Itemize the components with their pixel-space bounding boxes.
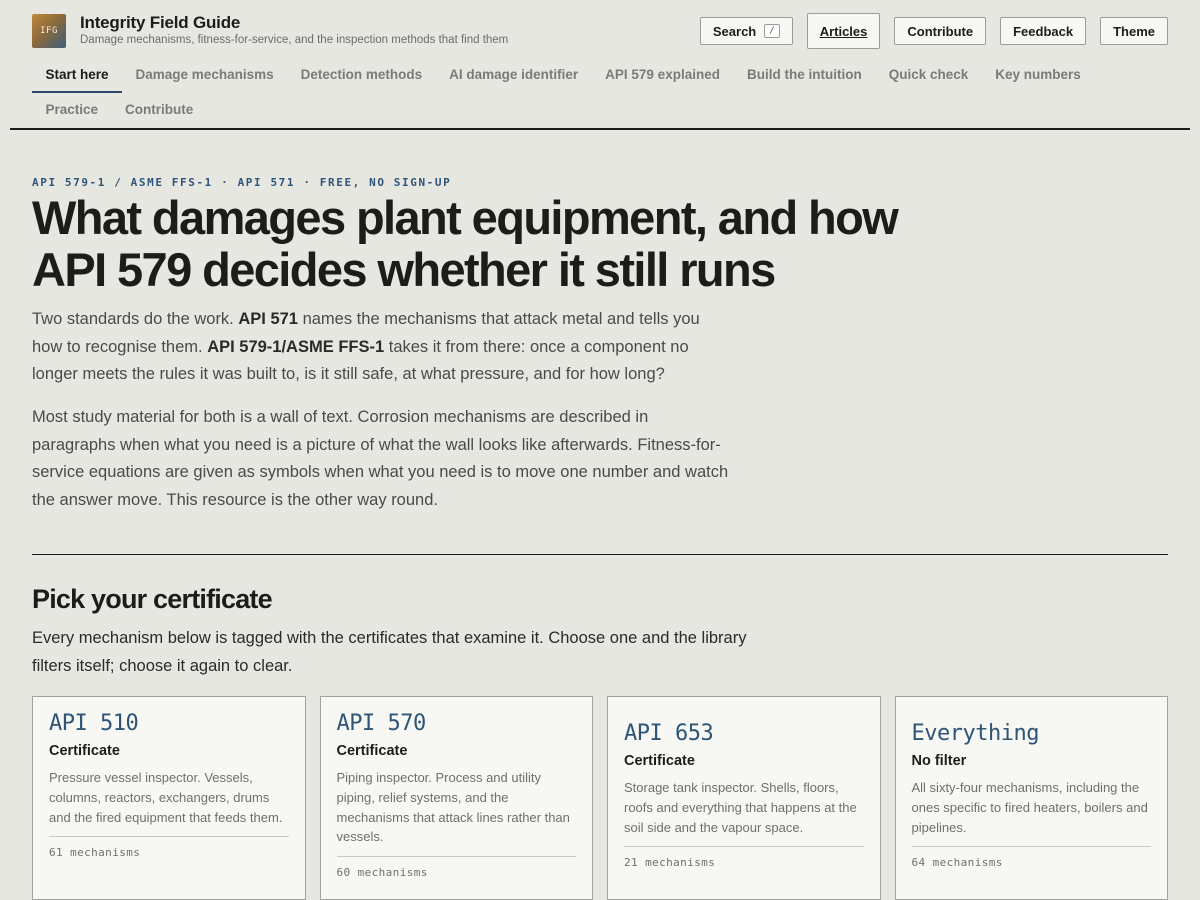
- search-button-label: Search: [712, 23, 757, 39]
- nav-api-579-explained[interactable]: API 579 explained: [592, 58, 734, 93]
- card-subtitle: No filter: [911, 753, 967, 769]
- feedback-button[interactable]: Feedback: [1000, 17, 1087, 45]
- card-description: Storage tank inspector. Shells, floors, …: [624, 780, 857, 835]
- hero-eyebrow: API 579-1 / ASME FFS-1 · API 571 · FREE,…: [32, 176, 452, 189]
- card-code: API 653: [624, 721, 714, 746]
- nav-key-numbers[interactable]: Key numbers: [982, 58, 1095, 93]
- card-subtitle: Certificate: [49, 743, 120, 759]
- intro-bold-api579: API 579-1/ASME FFS-1: [207, 337, 385, 356]
- card-description: Piping inspector. Process and utility pi…: [336, 770, 570, 845]
- section-divider: [32, 554, 1168, 555]
- site-header: IFG Integrity Field Guide Damage mechani…: [0, 0, 1200, 130]
- card-code: API 510: [49, 711, 139, 736]
- certificate-card-everything[interactable]: Everything No filter All sixty-four mech…: [894, 696, 1168, 900]
- theme-button[interactable]: Theme: [1100, 17, 1168, 45]
- nav-row-1: Start here Damage mechanisms Detection m…: [32, 58, 1168, 93]
- certificate-card-api-570[interactable]: API 570 Certificate Piping inspector. Pr…: [319, 696, 593, 900]
- nav-row-2: Practice Contribute: [32, 93, 1168, 128]
- nav-start-here[interactable]: Start here: [32, 58, 123, 93]
- hero-title: What damages plant equipment, and how AP…: [32, 191, 899, 296]
- site-title[interactable]: Integrity Field Guide: [80, 13, 240, 33]
- card-subtitle: Certificate: [624, 753, 695, 769]
- certificate-section-intro: Every mechanism below is tagged with the…: [32, 629, 747, 675]
- card-subtitle: Certificate: [336, 743, 408, 759]
- card-mechanism-count: 21 mechanisms: [624, 846, 864, 869]
- card-description: Pressure vessel inspector. Vessels, colu…: [49, 770, 283, 825]
- nav-practice[interactable]: Practice: [32, 93, 112, 128]
- nav-ai-damage-identifier[interactable]: AI damage identifier: [436, 58, 592, 93]
- card-mechanism-count: 64 mechanisms: [911, 846, 1151, 869]
- nav-quick-check[interactable]: Quick check: [875, 58, 982, 93]
- site-logo[interactable]: IFG: [32, 14, 66, 48]
- hero-second-paragraph: Most study material for both is a wall o…: [32, 408, 729, 509]
- card-code: API 570: [336, 711, 427, 736]
- hero-intro-paragraph: Two standards do the work. API 571 names…: [32, 306, 732, 389]
- contribute-button[interactable]: Contribute: [894, 17, 987, 45]
- certificate-section-title: Pick your certificate: [32, 584, 273, 614]
- intro-text-1: Two standards do the work.: [32, 310, 239, 328]
- nav-build-the-intuition[interactable]: Build the intuition: [733, 58, 875, 93]
- card-mechanism-count: 60 mechanisms: [336, 856, 576, 879]
- main-nav: Start here Damage mechanisms Detection m…: [32, 58, 1168, 128]
- nav-detection-methods[interactable]: Detection methods: [287, 58, 436, 93]
- top-actions: Search / Articles Contribute Feedback Th…: [699, 13, 1168, 49]
- certificate-card-api-653[interactable]: API 653 Certificate Storage tank inspect…: [607, 696, 881, 900]
- nav-contribute[interactable]: Contribute: [112, 93, 207, 128]
- header-divider: [10, 128, 1190, 130]
- articles-button[interactable]: Articles: [806, 13, 881, 49]
- card-code: Everything: [911, 721, 1040, 746]
- card-mechanism-count: 61 mechanisms: [49, 836, 289, 859]
- search-button[interactable]: Search /: [699, 17, 793, 45]
- logo-text: IFG: [40, 26, 58, 36]
- intro-bold-api571: API 571: [238, 310, 298, 328]
- nav-damage-mechanisms[interactable]: Damage mechanisms: [122, 58, 287, 93]
- card-description: All sixty-four mechanisms, including the…: [911, 780, 1148, 835]
- certificate-cards: API 510 Certificate Pressure vessel insp…: [32, 696, 1168, 900]
- search-shortcut-key: /: [764, 24, 780, 38]
- site-tagline: Damage mechanisms, fitness-for-service, …: [80, 34, 509, 46]
- certificate-card-api-510[interactable]: API 510 Certificate Pressure vessel insp…: [32, 696, 306, 900]
